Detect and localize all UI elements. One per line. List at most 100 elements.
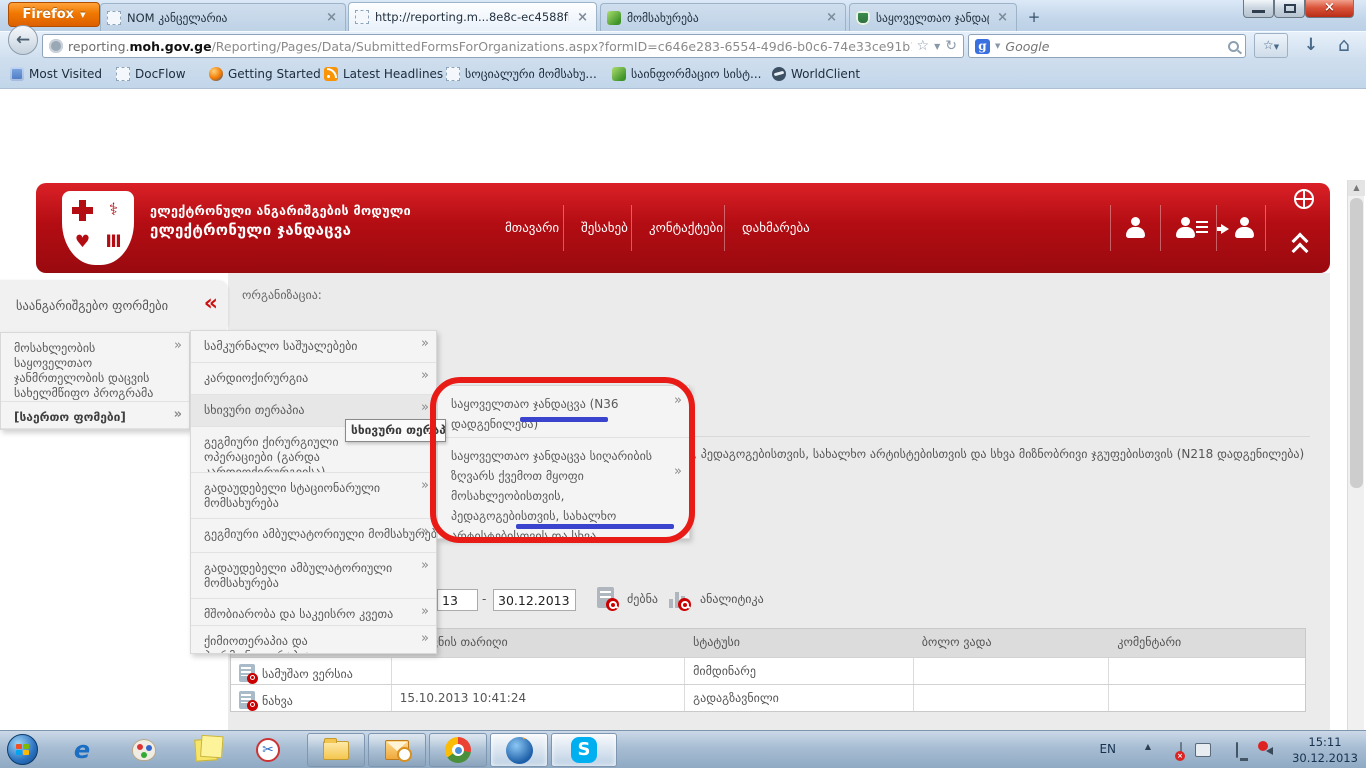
submenu-item-chemotherapy[interactable]: ქიმიოთერაპია და ჰორმონოთერაპია» (191, 626, 436, 653)
bookmark-label: Most Visited (29, 67, 102, 81)
firefox-menu-button[interactable]: Firefox ▼ (8, 2, 100, 27)
action-cell[interactable]: ნახვა (231, 685, 392, 711)
blue-underline-annotation (516, 524, 674, 529)
back-button[interactable]: ← (8, 25, 38, 55)
taskbar-chrome-button[interactable] (429, 733, 487, 767)
tab-close-icon[interactable]: × (324, 10, 339, 25)
bookmark-label: WorldClient (791, 67, 860, 81)
search-icon[interactable] (1228, 41, 1239, 52)
tab-nom[interactable]: NOM კანცელარია × (100, 3, 346, 31)
tab-close-icon[interactable]: × (995, 10, 1010, 25)
date-from-input[interactable] (437, 589, 478, 611)
logout-button[interactable] (1216, 205, 1266, 251)
taskbar-clock[interactable]: 15:11 30.12.2013 (1290, 734, 1360, 766)
flag-blue (16, 750, 22, 755)
submenu-item-planned-outpatient[interactable]: გეგმიური ამბულატორიული მომსახურება» (191, 519, 436, 553)
vertical-scrollbar[interactable]: ▲ ▼ (1347, 180, 1364, 768)
user-list-button[interactable] (1160, 205, 1210, 251)
bookmarks-bar: Most Visited DocFlow Getting Started Lat… (0, 59, 1366, 89)
bookmark-docflow[interactable]: DocFlow (112, 64, 190, 84)
tab-reporting-active[interactable]: http://reporting.m...8e8c-ec4588fb0f93 × (348, 2, 597, 31)
submenu-item-cardiosurgery[interactable]: კარდიოქირურგია» (191, 363, 436, 395)
start-button[interactable] (7, 734, 38, 765)
tab-close-icon[interactable]: × (575, 10, 590, 25)
downloads-button[interactable]: ↓ (1300, 33, 1322, 58)
date-to-input[interactable] (493, 589, 576, 611)
engine-dropdown-icon[interactable]: ▼ (995, 42, 1000, 50)
bar-icon (669, 599, 673, 608)
submenu-item-childbirth[interactable]: მშობიარობა და საკეისრო კვეთა» (191, 599, 436, 626)
submenu-item-medicines[interactable]: სამკურნალო საშუალებები» (191, 331, 436, 363)
tab-close-icon[interactable]: × (824, 10, 839, 25)
taskbar-outlook-button[interactable] (368, 733, 426, 767)
chevron-right-icon: » (421, 478, 429, 493)
action-link[interactable]: ნახვა (262, 694, 293, 708)
collapse-header-button[interactable] (1292, 235, 1314, 259)
taskbar-paint-icon[interactable] (124, 735, 164, 765)
tab-healthcare[interactable]: საყოველთაო ჯანდაცვა | საქართვე... × (849, 3, 1017, 31)
bookmark-star-icon[interactable]: ☆ (917, 38, 930, 54)
new-tab-button[interactable]: + (1022, 6, 1046, 28)
analytics-button[interactable]: ანალიტიკა (700, 592, 764, 606)
close-button[interactable]: × (1305, 0, 1354, 18)
document-preview-icon (239, 664, 255, 682)
bookmark-most-visited[interactable]: Most Visited (6, 64, 106, 84)
green-site-icon (612, 67, 626, 81)
taskbar-explorer-button[interactable] (307, 733, 365, 767)
reload-icon[interactable]: ↻ (945, 38, 957, 54)
bookmark-social-services[interactable]: სოციალური მომსახუ... (442, 64, 601, 84)
search-button[interactable]: ძებნა (627, 592, 658, 606)
bookmark-latest-headlines[interactable]: Latest Headlines (320, 64, 447, 84)
scroll-up-arrow[interactable]: ▲ (1348, 180, 1365, 196)
menu-item-common-forms[interactable]: [საერთო ფომები] » (1, 402, 189, 429)
action-link[interactable]: სამუშაო ვერსია (262, 667, 353, 681)
search-input[interactable] (1005, 39, 1223, 54)
bookmark-worldclient[interactable]: WorldClient (768, 64, 864, 84)
url-bar[interactable]: reporting.moh.gov.ge/Reporting/Pages/Dat… (42, 34, 964, 58)
url-dropdown-icon[interactable]: ▼ (934, 42, 940, 51)
menu-item-label: სხივური თერაპია (204, 403, 305, 417)
taskbar-sticky-notes-icon[interactable] (186, 735, 226, 765)
collapse-sidebar-icon[interactable]: « (204, 291, 218, 316)
search-box[interactable]: g ▼ (968, 34, 1246, 58)
taskbar-skype-button[interactable]: S (551, 733, 617, 767)
restore-button[interactable] (1274, 0, 1305, 18)
blue-underline-annotation (520, 417, 608, 422)
site-title-line1: ელექტრონული ანგარიშგების მოდული (150, 203, 411, 218)
site-identity-icon[interactable] (49, 39, 63, 53)
action-center-flag-icon[interactable]: × (1180, 742, 1182, 758)
google-engine-icon[interactable]: g (975, 39, 990, 54)
shield-favicon (856, 11, 870, 25)
nav-label: კონტაქტები (649, 221, 723, 236)
magnifier-badge-icon (247, 700, 258, 711)
profile-button[interactable] (1110, 205, 1160, 251)
home-button[interactable]: ⌂ (1332, 33, 1356, 58)
column-icon: Ⅲ (99, 229, 128, 259)
taskbar-ie-icon[interactable]: e (62, 735, 102, 765)
taskbar-snipping-tool-icon[interactable]: ✂ (248, 735, 288, 765)
bookmark-information-system[interactable]: საინფორმაციო სისტ... (608, 64, 765, 84)
submenu-item-urgent-outpatient[interactable]: გადაუდებელი ამბულატორიული მომსახურება» (191, 553, 436, 599)
minimize-button[interactable] (1243, 0, 1274, 18)
show-bookmarks-button[interactable]: ☆▼ (1254, 33, 1288, 58)
tab-services[interactable]: მომსახურება × (600, 3, 846, 31)
show-hidden-icons[interactable]: ▲ (1145, 742, 1151, 751)
power-plug-icon[interactable] (1195, 743, 1211, 757)
search-doc-icon[interactable] (597, 587, 614, 608)
menu-item-state-program[interactable]: მოსახლეობის საყოველთაო ჯანმრთელობის დაცვ… (1, 333, 189, 402)
sticky-note-icon (194, 738, 217, 761)
nav-help[interactable]: დახმარება (724, 205, 827, 251)
analytics-chart-icon[interactable] (668, 587, 688, 608)
submenu-item-urgent-inpatient[interactable]: გადაუდებელი სტაციონარული მომსახურება» (191, 473, 436, 519)
taskbar-firefox-button[interactable] (490, 733, 548, 767)
close-icon: × (1324, 0, 1335, 15)
system-tray: EN ▲ × 15:11 30.12.2013 (1362, 731, 1366, 768)
scrollbar-thumb[interactable] (1350, 198, 1363, 488)
bookmark-getting-started[interactable]: Getting Started (205, 64, 325, 84)
network-icon[interactable] (1236, 742, 1238, 758)
chevron-right-icon: » (421, 631, 429, 646)
language-globe-icon[interactable] (1294, 189, 1314, 209)
chevron-right-icon: » (421, 368, 429, 383)
action-cell[interactable]: სამუშაო ვერსია (231, 658, 392, 684)
language-indicator[interactable]: EN (1099, 742, 1116, 756)
